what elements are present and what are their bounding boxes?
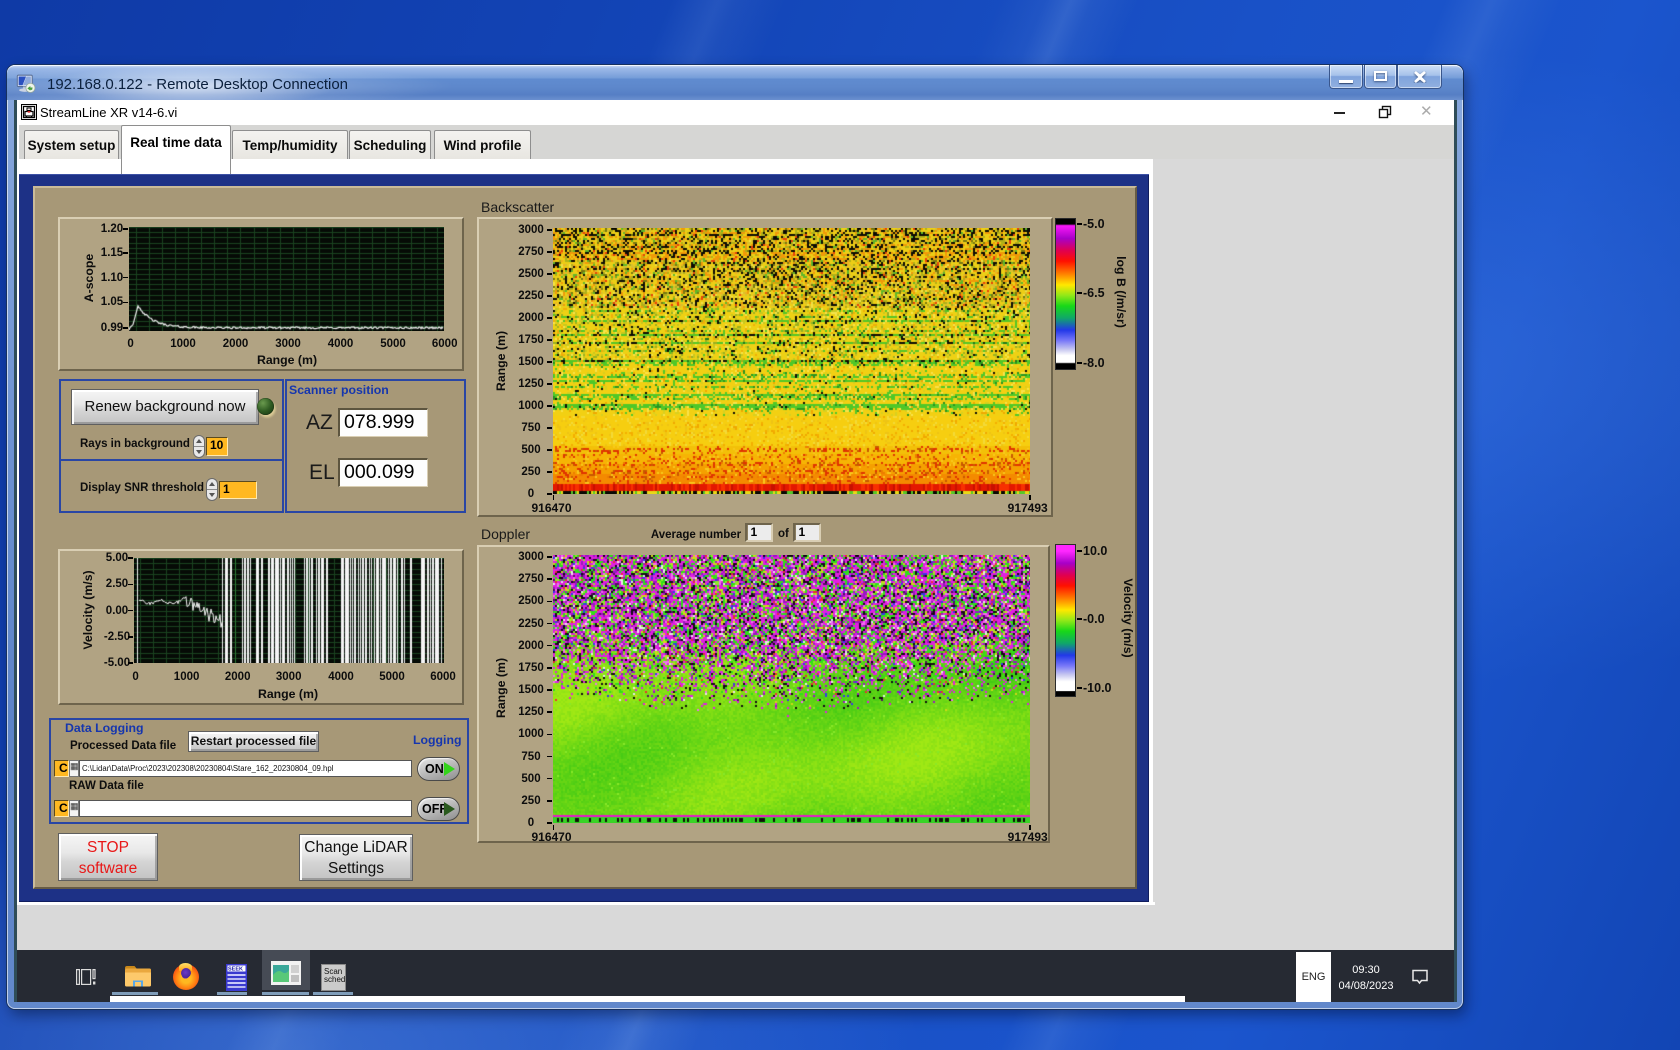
svg-text:SEEK: SEEK (228, 967, 243, 973)
